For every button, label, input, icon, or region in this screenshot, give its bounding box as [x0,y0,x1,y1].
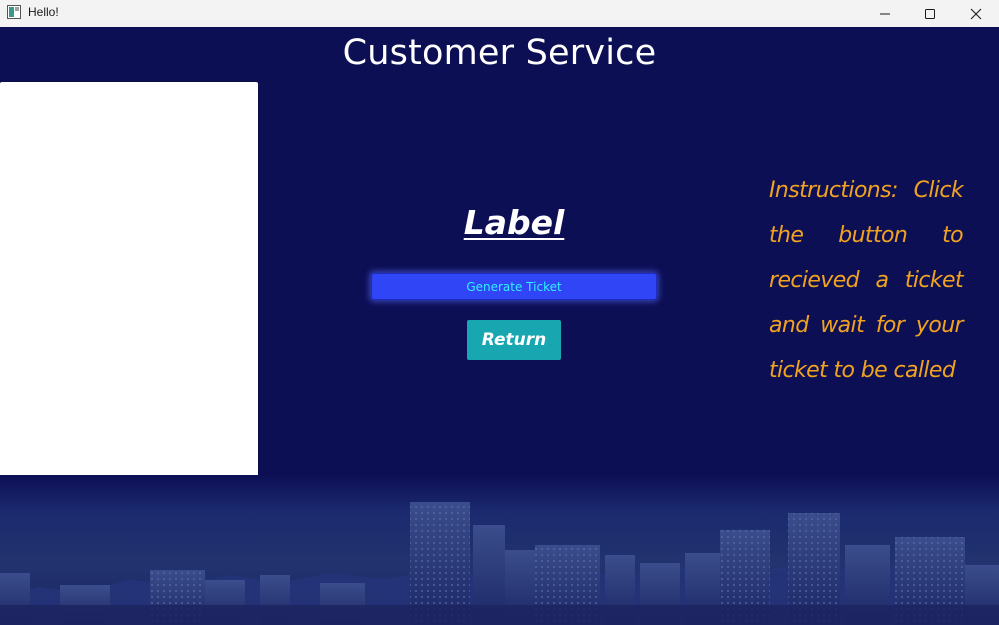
maximize-icon [925,8,935,19]
app-icon [7,5,21,19]
return-button[interactable]: Return [467,320,561,360]
city-skyline-image [0,475,999,625]
maximize-button[interactable] [907,0,953,27]
page-title: Customer Service [342,33,657,73]
app-window: Hello! Customer Service Label Generate T… [0,0,999,625]
white-panel [0,82,258,477]
close-button[interactable] [953,0,999,27]
generate-ticket-button[interactable]: Generate Ticket [371,273,657,300]
window-title: Hello! [28,5,59,19]
ticket-label: Label [463,203,565,242]
close-icon [970,8,982,19]
minimize-button[interactable] [862,0,908,27]
minimize-icon [880,13,890,14]
main-content: Customer Service Label Generate Ticket R… [0,27,999,625]
instructions-text: Instructions: Click the button to reciev… [769,178,964,383]
title-bar: Hello! [0,0,999,27]
